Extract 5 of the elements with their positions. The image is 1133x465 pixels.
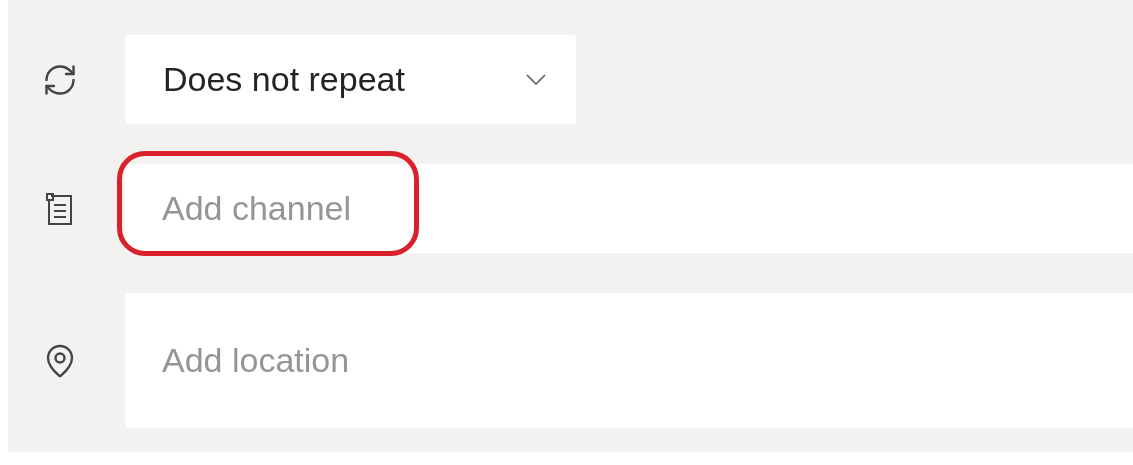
location-field[interactable]: Add location: [125, 293, 1133, 428]
channel-field[interactable]: Add channel: [125, 164, 1133, 253]
chevron-icon: [526, 74, 546, 85]
notes-icon: [44, 190, 75, 227]
repeat-dropdown[interactable]: Does not repeat: [125, 35, 576, 124]
